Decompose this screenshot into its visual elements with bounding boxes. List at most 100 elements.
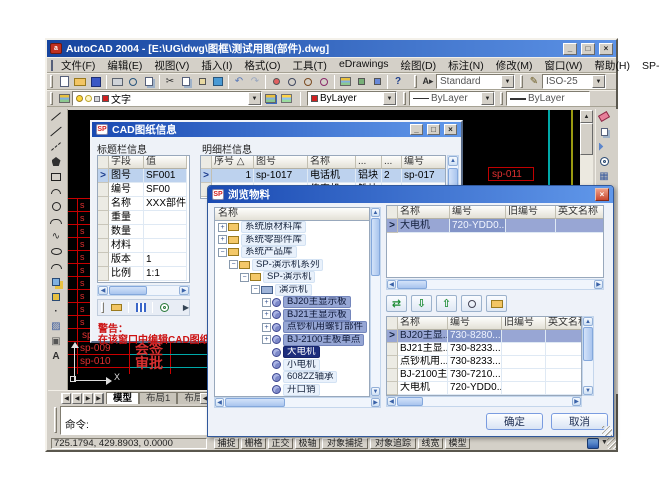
dim-style-combo[interactable]: ISO-25 ▼ (542, 74, 606, 89)
columns-icon[interactable] (131, 300, 150, 315)
menu-item[interactable]: 格式(O) (238, 57, 286, 74)
column-header[interactable]: 名称 (398, 317, 448, 330)
color-combo[interactable]: ByLayer ▼ (307, 91, 397, 106)
tree-item[interactable]: +系统零部件库 (215, 234, 369, 247)
dialog-minimize-button[interactable]: _ (410, 124, 423, 135)
list-hscrollbar[interactable]: ◀ ▶ (386, 396, 582, 407)
scroll-up-icon[interactable]: ▲ (583, 317, 593, 326)
status-toggle-对象追踪[interactable]: 对象追踪 (370, 438, 416, 449)
chevron-down-icon[interactable]: ▼ (592, 75, 605, 88)
communication-center-icon[interactable] (587, 438, 599, 449)
plot-preview-icon[interactable] (125, 74, 141, 89)
table-row[interactable]: >BJ20主显...730-8280... (387, 330, 581, 343)
region-icon[interactable]: ▣ (48, 334, 64, 349)
table-row[interactable]: >图号SF001 (98, 169, 189, 183)
upload-icon[interactable]: ⇧ (436, 295, 457, 312)
status-toggle-对象捕捉[interactable]: 对象捕捉 (322, 438, 368, 449)
zoom-window-icon[interactable] (300, 74, 316, 89)
line-icon[interactable] (48, 109, 64, 124)
tree-hscrollbar[interactable]: ◀ ▶ (214, 397, 381, 408)
redo-icon[interactable]: ↷ (247, 74, 263, 89)
column-header[interactable]: 英文名称 (556, 206, 604, 219)
menu-item[interactable]: 标注(N) (442, 57, 490, 74)
coordinates-readout[interactable]: 725.1794, 429.8903, 0.0000 (51, 438, 207, 449)
minimize-button[interactable]: _ (563, 43, 577, 55)
menu-item[interactable]: 窗口(W) (538, 57, 588, 74)
table-row[interactable]: 点钞机用...730-8233... (387, 356, 581, 369)
menu-item[interactable]: 视图(V) (148, 57, 195, 74)
menu-item[interactable]: 绘图(D) (395, 57, 443, 74)
list-vscrollbar[interactable]: ▲ ▼ (582, 316, 594, 396)
column-header[interactable]: 图号 (254, 156, 308, 169)
arc-icon[interactable] (48, 184, 64, 199)
scroll-thumb[interactable] (225, 398, 285, 407)
point-icon[interactable]: · (48, 304, 64, 319)
zoom-realtime-icon[interactable] (284, 74, 300, 89)
collapse-icon[interactable]: − (229, 260, 238, 269)
layer-combo[interactable]: 文字 ▼ (72, 91, 262, 106)
tree-header[interactable]: 名称 (214, 207, 370, 221)
menu-item[interactable]: 文件(F) (55, 57, 101, 74)
linetype-combo[interactable]: ByLayer ▼ (409, 91, 495, 106)
command-grip[interactable] (54, 407, 57, 433)
column-header[interactable]: 值 (144, 156, 187, 169)
column-header[interactable]: ... (356, 156, 382, 169)
table-row[interactable]: >1sp-1017电话机铝块2sp-017 (201, 169, 445, 183)
menu-item[interactable]: 帮助(H) (588, 57, 636, 74)
scroll-left-icon[interactable]: ◀ (215, 398, 224, 407)
materials-list-table[interactable]: 名称编号旧编号英文名称>BJ20主显...730-8280...BJ21主显..… (386, 316, 582, 396)
rectangle-icon[interactable] (48, 169, 64, 184)
chevron-down-icon[interactable]: ▼ (481, 92, 494, 105)
scroll-right-icon[interactable]: ▶ (594, 280, 603, 289)
plot-icon[interactable] (109, 74, 125, 89)
scroll-left-icon[interactable]: ◀ (387, 280, 396, 289)
menu-item[interactable]: eDrawings (333, 57, 395, 74)
column-header[interactable]: 名称 (398, 206, 450, 219)
scroll-thumb[interactable] (371, 218, 380, 276)
scroll-thumb[interactable] (109, 286, 147, 295)
open-icon[interactable] (72, 74, 88, 89)
table-row[interactable]: 名称XXX部件 (98, 197, 189, 211)
column-header[interactable]: ... (382, 156, 402, 169)
toolbar-grip[interactable] (500, 92, 503, 105)
toolbar-grip[interactable] (50, 92, 53, 105)
drawing-doc-icon[interactable] (51, 60, 53, 71)
cad-info-titlebar[interactable]: SP CAD图纸信息 _ □ × (92, 122, 461, 137)
scroll-up-icon[interactable]: ▲ (448, 156, 458, 166)
menu-item[interactable]: 工具(T) (287, 57, 333, 74)
publish-icon[interactable] (141, 74, 157, 89)
toolbar-grip[interactable] (50, 75, 53, 88)
maximize-button[interactable]: □ (581, 43, 595, 55)
tree-vscrollbar[interactable]: ▲ ▼ (370, 207, 381, 397)
tree-item[interactable]: +BJ-2100主板单点 (215, 334, 369, 347)
layer-on-icon[interactable] (76, 95, 83, 102)
status-toggle-模型[interactable]: 模型 (445, 438, 470, 449)
column-header[interactable]: 字段 (109, 156, 144, 169)
table-row[interactable]: 大电机720-YDD0... (387, 382, 581, 395)
lineweight-combo[interactable]: ByLayer (506, 91, 590, 106)
toolbar-grip[interactable] (101, 302, 104, 313)
scroll-up-icon[interactable]: ▲ (371, 208, 380, 217)
table-row[interactable]: BJ21主显...730-8233... (387, 343, 581, 356)
designcenter-icon[interactable] (353, 74, 369, 89)
table-row[interactable]: 版本1 (98, 253, 189, 267)
tree-item[interactable]: −SP-演示机系列 (215, 259, 369, 272)
hatch-icon[interactable]: ▨ (48, 319, 64, 334)
scroll-thumb[interactable] (397, 397, 423, 406)
collapse-icon[interactable]: − (251, 285, 260, 294)
polygon-icon[interactable] (48, 154, 64, 169)
save-icon[interactable] (88, 74, 104, 89)
table-row[interactable]: 编号SF00 (98, 183, 189, 197)
status-toggle-栅格[interactable]: 栅格 (241, 438, 266, 449)
table-row[interactable]: >大电机720-YDD0... (387, 219, 603, 233)
toolbar-grip[interactable] (403, 92, 406, 105)
table-row[interactable]: 比例1:1 (98, 267, 189, 281)
polyline-icon[interactable] (48, 139, 64, 154)
text-style-combo[interactable]: Standard ▼ (436, 74, 515, 89)
column-header[interactable]: 旧编号 (502, 317, 546, 330)
status-toggle-极轴[interactable]: 极轴 (295, 438, 320, 449)
tree-item[interactable]: +BJ20主显示板 (215, 296, 369, 309)
scroll-right-icon[interactable]: ▶ (371, 398, 380, 407)
ellipse-arc-icon[interactable] (48, 259, 64, 274)
collapse-icon[interactable]: − (218, 248, 227, 257)
